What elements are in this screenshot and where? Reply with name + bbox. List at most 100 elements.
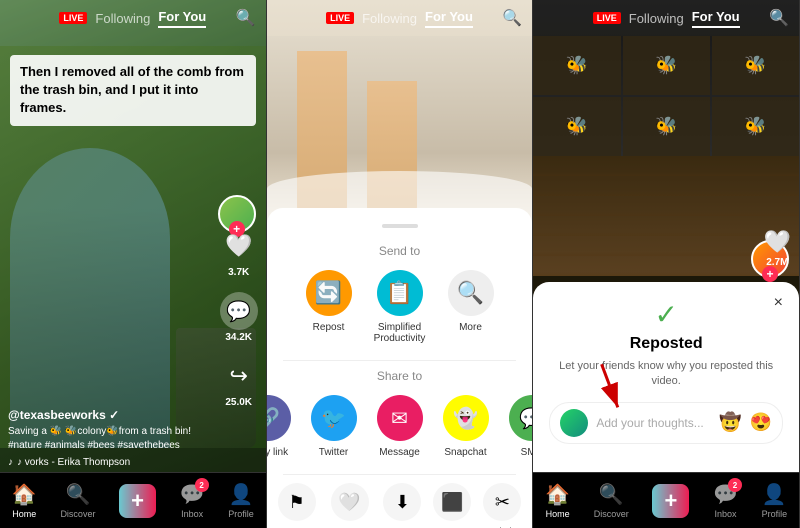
emoji-heart-eyes-icon[interactable]: 😍 [750,412,772,433]
nav-discover[interactable]: 🔍 Discover [60,482,95,519]
send-to-label: Send to [267,244,533,258]
following-tab-p3[interactable]: Following [629,11,684,26]
text-overlay: Then I removed all of the comb from the … [10,55,256,126]
stitch-button[interactable]: ✂ Stitch [483,483,521,528]
nav-profile[interactable]: 👤 Profile [228,482,254,519]
bee-cell-1: 🐝 [533,36,620,95]
nav-home[interactable]: 🏠 Home [12,482,37,519]
sms-button[interactable]: 💬 SMS [509,395,534,458]
bottom-info-p1: @texasbeeworks ✓ Saving a 🐝 🐝colony🐝from… [8,408,206,468]
copy-link-label: Copy link [267,447,288,458]
foryou-tab-p3[interactable]: For You [692,9,740,28]
home-label-p3: Home [546,509,570,519]
comment-icon: 💬 [220,292,258,330]
right-actions-p1: 🤍 3.7K 💬 34.2K ↪ 25.0K [220,227,258,408]
simplified-productivity-button[interactable]: 📋 Simplified Productivity [372,270,428,344]
repost-sheet: × ✓ Reposted Let your friends know why y… [533,282,799,472]
repost-title: Reposted [549,335,783,353]
home-icon-p3: 🏠 [545,482,570,507]
copy-link-button[interactable]: 🔗 Copy link [267,395,291,458]
foryou-tab[interactable]: For You [158,9,206,28]
live-badge-p2: LIVE [326,12,354,24]
comment-action[interactable]: 💬 34.2K [220,292,258,343]
bee-cell-3: 🐝 [712,36,799,95]
panel-1: LIVE Following For You 🔍 Then I removed … [0,0,267,528]
search-icon-p3[interactable]: 🔍 [769,8,789,28]
repost-close-button[interactable]: × [774,294,783,312]
like-action-p3[interactable]: 🤍 2.7M [764,229,791,268]
panel-3: LIVE Following For You 🔍 🐝 🐝 🐝 🐝 🐝 🐝 + 🤍… [533,0,800,528]
sms-label: SMS [521,447,534,458]
nav-inbox-p3[interactable]: 💬 2 Inbox [713,482,738,519]
bee-cell-2: 🐝 [623,36,710,95]
inbox-icon-p3: 💬 2 [713,482,738,507]
repost-check-icon: ✓ [549,298,783,331]
more-icon: 🔍 [448,270,494,316]
duet-icon: ⬛ [433,483,471,521]
emoji-cowboy-icon[interactable]: 🤠 [719,412,741,433]
share-icon: ↪ [220,357,258,395]
search-icon[interactable]: 🔍 [236,8,256,28]
repost-icon: 🔄 [306,270,352,316]
snapchat-button[interactable]: 👻 Snapchat [443,395,489,458]
home-icon: 🏠 [12,482,37,507]
productivity-icon: 📋 [377,270,423,316]
inbox-badge-p3: 2 [728,478,742,492]
twitter-button[interactable]: 🐦 Twitter [311,395,357,458]
repost-label: Repost [313,322,345,333]
nav-inbox[interactable]: 💬 2 Inbox [180,482,205,519]
inbox-badge-count: 2 [195,478,209,492]
bottom-nav-p3: 🏠 Home 🔍 Discover + 💬 2 Inbox 👤 Profile [533,472,799,528]
message-icon: ✉ [377,395,423,441]
nav-discover-p3[interactable]: 🔍 Discover [594,482,629,519]
nav-home-p3[interactable]: 🏠 Home [545,482,570,519]
bee-cell-4: 🐝 [533,97,620,156]
share-sheet: Send to 🔄 Repost 📋 Simplified Productivi… [267,208,533,528]
following-tab[interactable]: Following [95,11,150,26]
foryou-tab-p2[interactable]: For You [425,9,473,28]
nav-create[interactable]: + [119,484,156,518]
nav-profile-p3[interactable]: 👤 Profile [762,482,788,519]
profile-icon-p3: 👤 [762,482,787,507]
p3-upper-grid: 🐝 🐝 🐝 🐝 🐝 🐝 [533,36,799,156]
bottom-nav-p1: 🏠 Home 🔍 Discover + 💬 2 Inbox 👤 Profile [0,472,266,528]
like-icon: 🤍 [220,227,258,265]
panel2-top-nav: LIVE Following For You 🔍 [267,0,533,36]
share-to-row: 🔗 Copy link 🐦 Twitter ✉ Message 👻 [267,395,533,458]
more-button[interactable]: 🔍 More [448,270,494,344]
search-icon-p2[interactable]: 🔍 [502,8,522,28]
music-note-icon: ♪ [8,457,13,468]
twitter-label: Twitter [319,447,348,458]
like-action[interactable]: 🤍 3.7K [220,227,258,278]
comment-count: 34.2K [225,332,252,343]
following-tab-p2[interactable]: Following [362,11,417,26]
message-button[interactable]: ✉ Message [377,395,423,458]
save-video-icon: ⬇ [383,483,421,521]
live-badge-p3: LIVE [593,12,621,24]
not-interested-icon: 🤍 [331,483,369,521]
share-action[interactable]: ↪ 25.0K [220,357,258,408]
create-plus-icon: + [119,484,156,518]
p2-video-area [267,36,533,231]
create-plus-icon-p3: + [652,484,689,518]
nav-create-p3[interactable]: + [652,484,689,518]
share-to-label: Share to [267,369,533,383]
save-video-button[interactable]: ⬇ Save video [383,483,421,528]
message-label: Message [379,447,420,458]
duet-button[interactable]: ⬛ Duet [433,483,471,528]
divider-1 [283,360,517,361]
snapchat-label: Snapchat [444,447,486,458]
inbox-label: Inbox [181,509,203,519]
panel-2: LIVE Following For You 🔍 + Send to 🔄 [267,0,534,528]
report-button[interactable]: ⚑ Report [278,483,316,528]
like-count-p3: 2.7M [766,257,788,268]
productivity-label: Simplified Productivity [372,322,428,344]
follow-plus-p3[interactable]: + [762,266,778,282]
username: @texasbeeworks ✓ [8,408,206,422]
divider-2 [283,474,517,475]
p3-video-area: 🐝 🐝 🐝 🐝 🐝 🐝 [533,36,799,276]
more-label: More [459,322,482,333]
not-interested-button[interactable]: 🤍 Not interested [328,483,372,528]
snapchat-icon: 👻 [443,395,489,441]
repost-button[interactable]: 🔄 Repost [306,270,352,344]
